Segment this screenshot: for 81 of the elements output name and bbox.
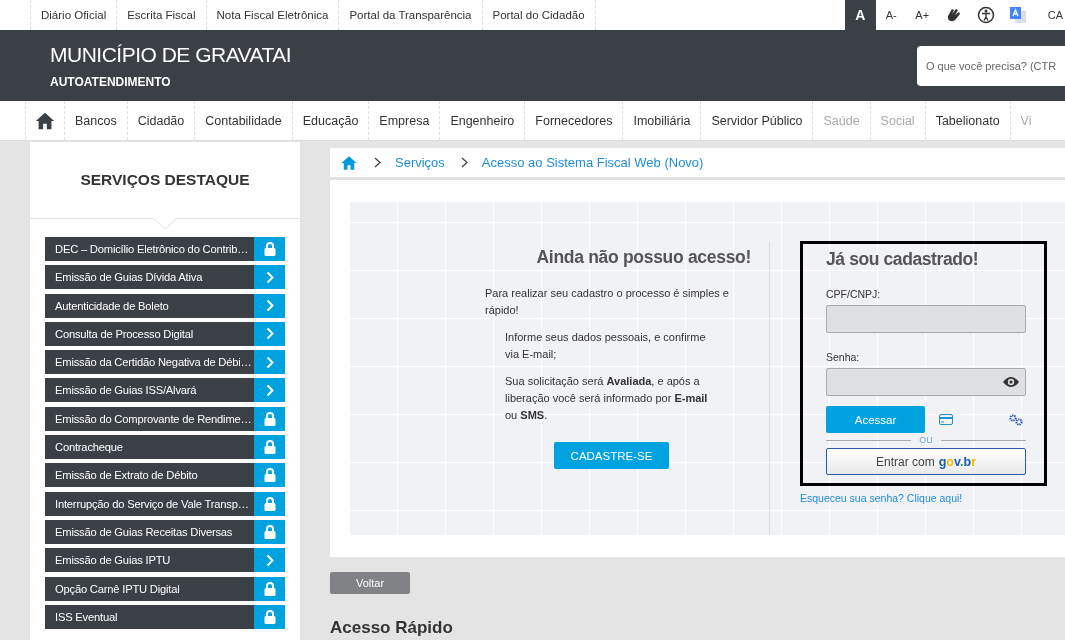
nav-item[interactable]: Contabilidade xyxy=(195,101,293,140)
section-heading: Ainda não possuo acesso! xyxy=(535,247,752,268)
font-size-button[interactable]: A xyxy=(844,0,876,30)
service-item[interactable]: Emissão de Guias Receitas Diversas xyxy=(45,519,285,544)
service-label: ISS Eventual xyxy=(54,609,119,625)
service-label: Contracheque xyxy=(54,440,124,456)
service-item[interactable]: Autenticidade de Boleto xyxy=(45,293,285,318)
service-label: DEC – Domicílio Eletrônico do Contrib… xyxy=(54,242,250,257)
service-label: Opção Carnê IPTU Digital xyxy=(54,581,181,597)
section-heading: Acesso Rápido xyxy=(330,618,454,638)
accessibility-icon xyxy=(976,6,995,24)
search-field[interactable]: O que você precisa? (CTR xyxy=(917,45,1065,86)
service-item[interactable]: Opção Carnê IPTU Digital xyxy=(45,576,285,601)
service-item[interactable]: Emissão de Guias Dívida Ativa xyxy=(45,265,285,290)
govbr-login-button[interactable]: Entrar com gov.br xyxy=(826,448,1026,475)
nav-item[interactable]: Servidor Público xyxy=(701,101,814,140)
input-field[interactable] xyxy=(826,305,1026,333)
service-label: Consulta de Processo Digital xyxy=(54,326,195,342)
service-label: Emissão de Guias IPTU xyxy=(54,553,172,569)
lock-icon xyxy=(263,411,276,426)
breadcrumb-link[interactable]: Acesso ao Sistema Fiscal Web (Novo) xyxy=(481,155,704,170)
service-item[interactable]: Emissão de Extrato de Débito xyxy=(45,463,285,488)
section-title: SERVIÇOS DESTAQUE xyxy=(80,171,250,189)
brand-logo: gov.br xyxy=(938,454,976,469)
chevron-right-icon xyxy=(460,157,468,168)
nav-item[interactable]: Imobiliária xyxy=(623,101,702,140)
card-icon xyxy=(939,414,953,425)
service-item[interactable]: Emissão de Guias IPTU xyxy=(45,548,285,573)
chevron-right-icon xyxy=(265,327,274,341)
chevron-right-icon xyxy=(374,157,381,168)
service-label: Autenticidade de Boleto xyxy=(54,298,170,314)
step-text: Informe seus dados pessoais, e confirme via E-mail; xyxy=(505,330,707,362)
service-item[interactable]: DEC – Domicílio Eletrônico do Contrib… xyxy=(45,237,285,261)
eye-icon xyxy=(1002,375,1020,389)
separator-text: OU xyxy=(919,435,933,445)
translate-icon xyxy=(1008,6,1027,24)
intro-text: Para realizar seu cadastro o processo é simples e rápido! xyxy=(485,286,730,318)
lock-icon xyxy=(263,609,276,624)
chevron-right-icon xyxy=(265,270,274,284)
service-item[interactable]: Consulta de Processo Digital xyxy=(45,321,285,346)
lock-icon xyxy=(263,468,276,483)
nav-item[interactable]: Cidadão xyxy=(127,101,196,140)
field-label: CPF/CNPJ: xyxy=(826,288,882,300)
lock-icon xyxy=(263,242,276,256)
service-label: Emissão de Extrato de Débito xyxy=(54,468,199,484)
lock-icon xyxy=(263,524,276,539)
nav-item[interactable]: Engenheiro xyxy=(440,101,526,140)
service-label: Interrupção do Serviço de Vale Transp… xyxy=(54,496,250,512)
service-label: Emissão do Comprovante de Rendime… xyxy=(54,411,253,427)
field-label: Senha: xyxy=(826,351,861,363)
site-subtitle: AUTOATENDIMENTO xyxy=(50,74,172,89)
chevron-right-icon xyxy=(265,299,274,313)
nav-item[interactable]: Empresa xyxy=(369,101,441,140)
service-label: Emissão da Certidão Negativa de Débi… xyxy=(54,355,253,371)
service-item[interactable]: ISS Eventual xyxy=(45,604,285,629)
nav-item[interactable]: Educação xyxy=(292,101,370,140)
chevron-right-icon xyxy=(265,553,274,567)
nav-item[interactable]: Fornecedores xyxy=(525,101,624,140)
back-button[interactable]: Voltar xyxy=(330,572,410,594)
service-item[interactable]: Contracheque xyxy=(45,435,285,460)
password-field[interactable] xyxy=(826,368,1026,396)
lock-icon xyxy=(263,496,276,511)
service-item[interactable]: Emissão do Comprovante de Rendime… xyxy=(45,406,285,431)
service-item[interactable]: Emissão da Certidão Negativa de Débi… xyxy=(45,350,285,375)
nav-item[interactable]: Tabelionato xyxy=(925,101,1011,140)
service-item[interactable]: Interrupção do Serviço de Vale Transp… xyxy=(45,491,285,516)
breadcrumb-link[interactable]: Serviços xyxy=(395,155,445,170)
chevron-right-icon xyxy=(265,355,274,369)
service-item[interactable]: Emissão de Guias ISS/Alvará xyxy=(45,378,285,403)
step-text: Sua solicitação será Avaliada, e após a liberação você será informado por E-mail ou SMS. xyxy=(505,374,709,423)
service-label: Emissão de Guias Receitas Diversas xyxy=(54,524,234,540)
section-heading: Já sou cadastrado! xyxy=(826,249,980,270)
lock-icon xyxy=(263,581,276,596)
nav-item[interactable]: Bancos xyxy=(65,101,128,140)
gears-icon xyxy=(1009,413,1023,426)
lock-icon xyxy=(263,440,276,455)
site-title: MUNICÍPIO DE GRAVATAI xyxy=(50,42,292,67)
service-label: Emissão de Guias Dívida Ativa xyxy=(54,270,204,286)
chevron-right-icon xyxy=(265,384,274,397)
top-link[interactable]: CA xyxy=(1033,0,1065,30)
service-label: Emissão de Guias ISS/Alvará xyxy=(54,383,198,399)
